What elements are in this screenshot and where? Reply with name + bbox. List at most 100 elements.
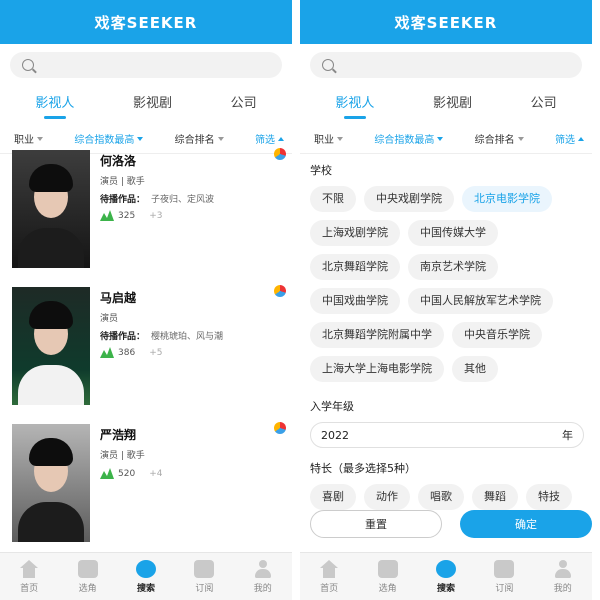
person-name: 严浩翔 xyxy=(100,428,137,442)
app-title: 戏客SEEKER xyxy=(300,0,592,44)
search-bar xyxy=(0,44,292,86)
school-chip-selected[interactable]: 北京电影学院 xyxy=(462,186,552,212)
school-chip[interactable]: 中国传媒大学 xyxy=(408,220,498,246)
chevron-up-icon xyxy=(277,136,284,141)
nav-me[interactable]: 我的 xyxy=(253,559,273,594)
person-card[interactable]: 马启越 演员 待播作品： 樱桃琥珀、风与潮 386 +5 xyxy=(12,285,286,405)
nav-casting-label: 选角 xyxy=(78,583,97,594)
badge-icon xyxy=(274,285,286,297)
nav-me-label: 我的 xyxy=(553,583,572,594)
sort-index-filter[interactable]: 综合指数最高 xyxy=(74,131,144,146)
nav-home[interactable]: 首页 xyxy=(319,559,339,594)
category-tabs: 影视人 影视剧 公司 xyxy=(300,86,592,119)
person-delta: +3 xyxy=(149,210,163,221)
tab-dramas[interactable]: 影视剧 xyxy=(427,90,478,113)
nav-home-label: 首页 xyxy=(20,583,39,594)
year-unit: 年 xyxy=(562,429,573,442)
school-chip[interactable]: 其他 xyxy=(452,356,498,382)
bottom-nav: 首页 选角 搜索 订阅 我的 xyxy=(0,552,292,600)
screen-filter-label: 筛选 xyxy=(554,135,575,146)
reset-button[interactable]: 重置 xyxy=(310,510,442,538)
app-title: 戏客SEEKER xyxy=(0,0,292,44)
sort-rank-label: 综合排名 xyxy=(474,135,515,146)
video-icon xyxy=(377,559,398,578)
bottom-nav: 首页 选角 搜索 订阅 我的 xyxy=(300,552,592,600)
works-list: 子夜归、定风波 xyxy=(151,195,215,205)
person-score: 520 xyxy=(118,468,136,479)
school-chip[interactable]: 中央戏剧学院 xyxy=(364,186,454,212)
person-photo xyxy=(12,424,90,542)
school-section-title: 学校 xyxy=(310,164,332,177)
trend-icon xyxy=(100,347,114,358)
tab-people[interactable]: 影视人 xyxy=(329,90,380,119)
video-icon xyxy=(77,559,98,578)
works-label: 待播作品： xyxy=(100,195,146,205)
nav-search-label: 搜索 xyxy=(136,583,155,594)
person-name: 马启越 xyxy=(100,291,137,305)
screen-filter-label: 筛选 xyxy=(254,135,275,146)
year-input[interactable]: 2022 年 xyxy=(310,422,584,448)
skill-chip[interactable]: 喜剧 xyxy=(310,484,356,510)
sort-rank-filter[interactable]: 综合排名 xyxy=(475,131,524,146)
badge-icon xyxy=(274,422,286,434)
sort-rank-label: 综合排名 xyxy=(174,135,215,146)
search-input[interactable] xyxy=(310,52,582,78)
badge-icon xyxy=(274,148,286,160)
nav-subscribe[interactable]: 订阅 xyxy=(494,559,515,594)
sort-rank-filter[interactable]: 综合排名 xyxy=(175,131,224,146)
chevron-down-icon xyxy=(37,136,43,141)
occupation-filter[interactable]: 职业 xyxy=(314,131,343,146)
tab-companies[interactable]: 公司 xyxy=(225,90,263,113)
chevron-down-icon xyxy=(337,136,343,141)
skill-chip[interactable]: 舞蹈 xyxy=(472,484,518,510)
search-input[interactable] xyxy=(10,52,282,78)
search-icon xyxy=(22,59,34,71)
occupation-filter[interactable]: 职业 xyxy=(14,131,43,146)
nav-home[interactable]: 首页 xyxy=(19,559,39,594)
person-role: 演员 | 歌手 xyxy=(100,177,145,187)
school-chip[interactable]: 不限 xyxy=(310,186,356,212)
school-chip[interactable]: 中国戏曲学院 xyxy=(310,288,400,314)
tab-people[interactable]: 影视人 xyxy=(29,90,80,119)
school-chip[interactable]: 北京舞蹈学院附属中学 xyxy=(310,322,444,348)
skill-chip[interactable]: 特技 xyxy=(526,484,572,510)
screen-filter[interactable]: 筛选 xyxy=(555,131,584,146)
nav-casting[interactable]: 选角 xyxy=(377,559,398,594)
tab-companies[interactable]: 公司 xyxy=(525,90,563,113)
chevron-down-icon xyxy=(517,136,524,141)
person-works: 待播作品： 子夜归、定风波 xyxy=(100,192,214,205)
school-chip[interactable]: 北京舞蹈学院 xyxy=(310,254,400,280)
filter-panel: 学校 不限 中央戏剧学院 北京电影学院 上海戏剧学院 中国传媒大学 北京舞蹈学院… xyxy=(300,152,592,510)
nav-me[interactable]: 我的 xyxy=(553,559,573,594)
nav-subscribe[interactable]: 订阅 xyxy=(194,559,215,594)
school-chip[interactable]: 上海戏剧学院 xyxy=(310,220,400,246)
search-nav-icon xyxy=(435,559,456,578)
nav-home-label: 首页 xyxy=(320,583,339,594)
person-score: 386 xyxy=(118,347,136,358)
school-chip[interactable]: 中央音乐学院 xyxy=(452,322,542,348)
works-list: 樱桃琥珀、风与潮 xyxy=(151,332,224,342)
nav-subscribe-label: 订阅 xyxy=(195,583,214,594)
home-icon xyxy=(319,559,339,578)
school-chip[interactable]: 上海大学上海电影学院 xyxy=(310,356,444,382)
person-card[interactable]: 何洛洛 演员 | 歌手 待播作品： 子夜归、定风波 325 +3 xyxy=(12,148,286,268)
year-value: 2022 xyxy=(321,428,349,442)
nav-search-label: 搜索 xyxy=(436,583,455,594)
home-icon xyxy=(19,559,39,578)
confirm-button[interactable]: 确定 xyxy=(460,510,592,538)
school-chip[interactable]: 中国人民解放军艺术学院 xyxy=(408,288,553,314)
person-name: 何洛洛 xyxy=(100,154,137,168)
filter-panel-screen: 戏客SEEKER 影视人 影视剧 公司 职业 综合指数最高 综合排名 筛选 学校… xyxy=(300,0,592,600)
skill-chip[interactable]: 唱歌 xyxy=(418,484,464,510)
skill-chip[interactable]: 动作 xyxy=(364,484,410,510)
nav-search[interactable]: 搜索 xyxy=(135,559,156,594)
nav-casting[interactable]: 选角 xyxy=(77,559,98,594)
nav-search[interactable]: 搜索 xyxy=(435,559,456,594)
tab-dramas[interactable]: 影视剧 xyxy=(127,90,178,113)
nav-casting-label: 选角 xyxy=(378,583,397,594)
person-card[interactable]: 严浩翔 演员 | 歌手 520 +4 xyxy=(12,422,286,542)
skills-section-title: 特长（最多选择5种） xyxy=(310,462,416,475)
sort-index-filter[interactable]: 综合指数最高 xyxy=(374,131,444,146)
school-chip[interactable]: 南京艺术学院 xyxy=(408,254,498,280)
screen-filter[interactable]: 筛选 xyxy=(255,131,284,146)
